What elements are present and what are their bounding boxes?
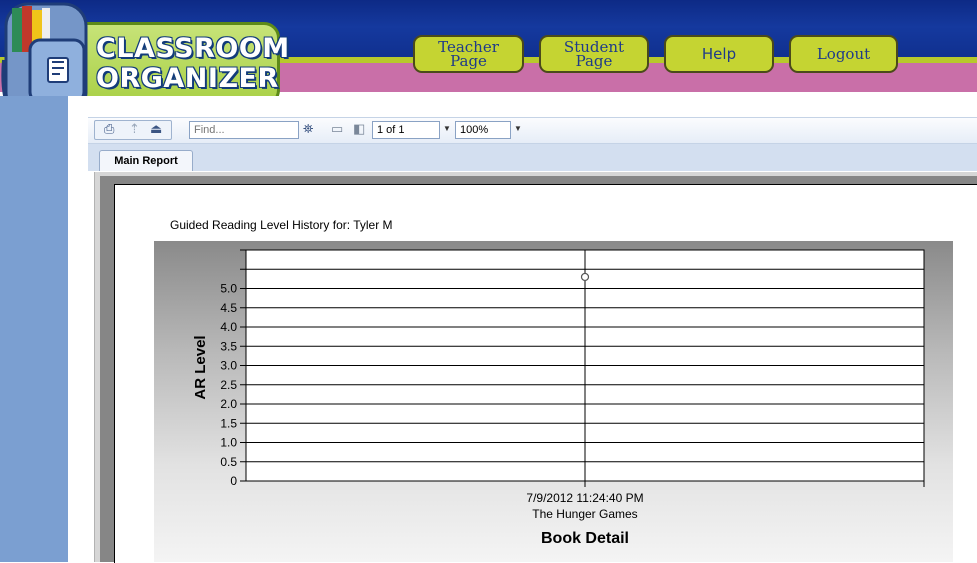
teacher-page-label-2: Page xyxy=(450,52,487,70)
y-axis-title: AR Level xyxy=(192,335,209,399)
upload-icon[interactable]: ⏏ xyxy=(150,122,162,136)
backpack-logo-icon xyxy=(1,2,88,96)
print-icon[interactable]: ⎙ xyxy=(104,122,114,136)
page-dropdown-arrow-icon[interactable]: ▼ xyxy=(443,124,451,133)
page-value: 1 of 1 xyxy=(377,124,405,136)
x-tick-label-date: 7/9/2012 11:24:40 PM xyxy=(526,491,643,505)
report-heading: Guided Reading Level History for: Tyler … xyxy=(170,218,393,232)
export-icon[interactable]: ⇡ xyxy=(129,122,140,136)
logo-line-1: CLASSROOM xyxy=(96,33,290,64)
logo-line-2: ORGANIZER xyxy=(96,63,279,94)
binoculars-icon[interactable]: ⛯ xyxy=(303,122,313,136)
report-toolbar: ⎙ ⇡ ⏏ ⛯ ▭ ◧ 1 of 1 ▼ 100% ▼ xyxy=(88,117,977,144)
logout-label: Logout xyxy=(816,45,871,63)
student-page-button[interactable]: Student Page xyxy=(539,35,649,73)
app-header: CLASSROOM ORGANIZER Teacher Page Student P… xyxy=(0,0,977,96)
y-tick-label: 0 xyxy=(230,474,237,488)
zoom-selector[interactable]: 100% xyxy=(455,121,511,139)
y-tick-label: 4.0 xyxy=(220,320,237,334)
logout-button[interactable]: Logout xyxy=(789,35,898,73)
y-tick-label: 0.5 xyxy=(220,455,237,469)
app-logo-text: CLASSROOM ORGANIZER xyxy=(96,34,290,94)
x-tick-label-book: The Hunger Games xyxy=(532,507,637,521)
y-tick-label: 2.0 xyxy=(220,397,237,411)
y-tick-label: 3.5 xyxy=(220,339,237,353)
y-tick-label: 3.0 xyxy=(220,359,237,373)
y-tick-label: 1.5 xyxy=(220,416,237,430)
zoom-dropdown-arrow-icon[interactable]: ▼ xyxy=(514,124,522,133)
data-point xyxy=(580,272,590,282)
report-tabbar: Main Report xyxy=(88,144,977,171)
zoom-value: 100% xyxy=(460,124,489,136)
find-input[interactable] xyxy=(189,121,299,139)
help-button[interactable]: Help xyxy=(664,35,774,73)
first-page-icon[interactable]: ▭ xyxy=(331,122,343,136)
chart-background: 0 0.5 1.0 1.5 2.0 2.5 3.0 3.5 4.0 4.5 5.0 7/9/2012 … xyxy=(154,241,953,562)
y-tick-label: 1.0 xyxy=(220,436,237,450)
y-tick-label: 5.0 xyxy=(220,282,237,296)
y-tick-label: 4.5 xyxy=(220,301,237,315)
ar-level-chart: 0 0.5 1.0 1.5 2.0 2.5 3.0 3.5 4.0 4.5 5.0 7/9/2012 … xyxy=(192,249,925,547)
tab-main-report[interactable]: Main Report xyxy=(99,150,193,171)
y-tick-label: 2.5 xyxy=(220,378,237,392)
page-selector[interactable]: 1 of 1 xyxy=(372,121,440,139)
help-label: Help xyxy=(701,45,737,63)
student-page-label-2: Page xyxy=(575,52,613,70)
left-gutter xyxy=(68,96,88,562)
prev-page-icon[interactable]: ◧ xyxy=(353,122,365,136)
left-sidebar xyxy=(0,96,68,562)
teacher-page-button[interactable]: Teacher Page xyxy=(413,35,524,73)
x-axis-title: Book Detail xyxy=(541,530,629,547)
